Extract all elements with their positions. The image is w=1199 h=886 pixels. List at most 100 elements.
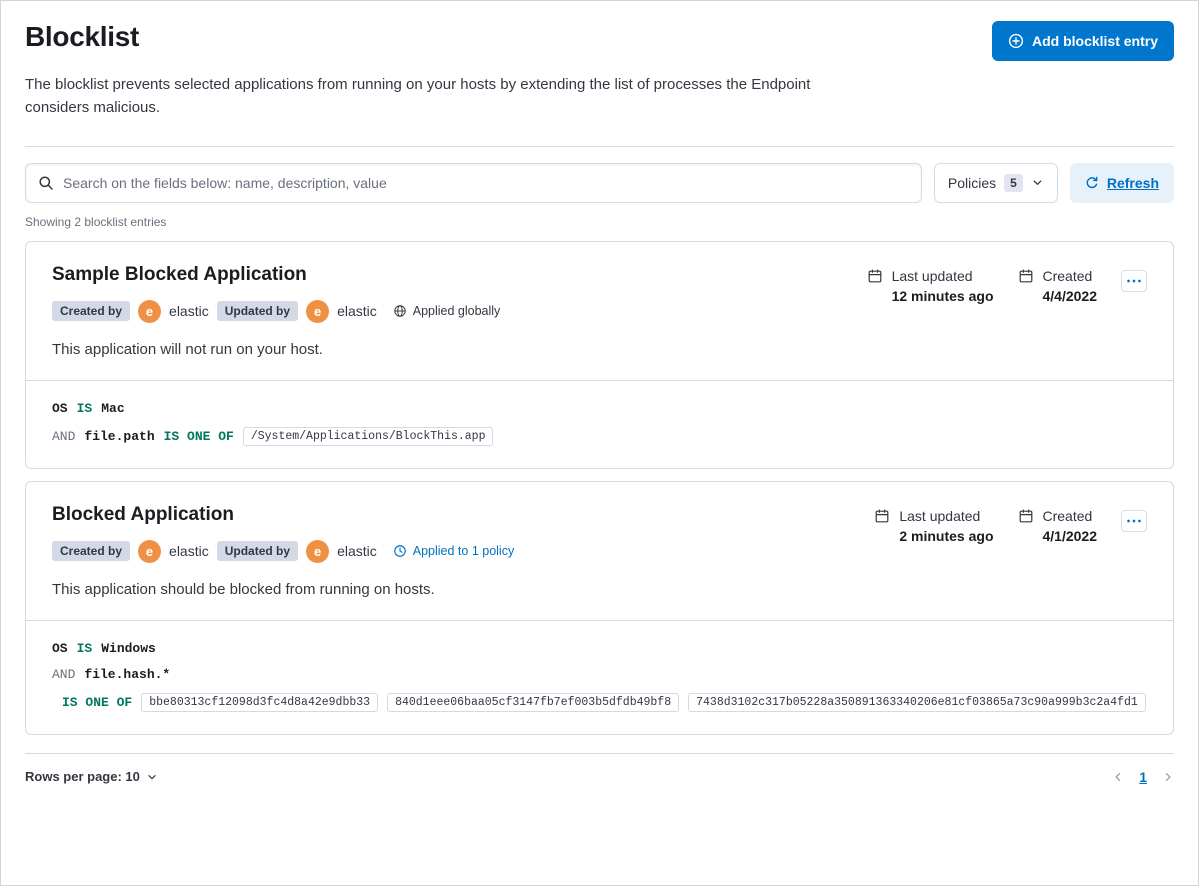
page-title: Blocklist (25, 21, 140, 52)
criteria-conjunction: AND (52, 666, 76, 682)
calendar-icon (875, 509, 889, 522)
criteria-operator: IS ONE OF (62, 694, 133, 710)
criteria-field: file.path (84, 428, 155, 444)
search-box (25, 162, 922, 203)
criteria-os-value: Windows (101, 640, 156, 656)
updated-by-badge: Updated by (216, 541, 299, 561)
created-by-username: elastic (169, 543, 209, 559)
previous-page-button[interactable] (1112, 771, 1124, 783)
updated-by-avatar: e (306, 299, 330, 323)
add-blocklist-entry-button[interactable]: Add blocklist entry (991, 21, 1174, 61)
entry-title: Blocked Application (52, 503, 234, 525)
blocklist-entry-card: Sample Blocked Application Created by e … (25, 240, 1174, 469)
created-by-badge: Created by (52, 301, 131, 321)
criteria-value-chip: /System/Applications/BlockThis.app (242, 426, 494, 446)
toolbar: Policies 5 Refresh (25, 162, 1174, 203)
updated-by-username: elastic (337, 303, 377, 319)
rows-per-page-label: Rows per page: 10 (25, 769, 140, 784)
last-updated-value: 2 minutes ago (899, 527, 994, 544)
refresh-label: Refresh (1106, 174, 1159, 191)
criteria-operator: IS ONE OF (163, 428, 234, 444)
criteria-condition-line: AND file.path IS ONE OF /System/Applicat… (52, 426, 1147, 446)
policies-count-badge: 5 (1004, 173, 1023, 192)
results-count-text: Showing 2 blocklist entries (25, 214, 167, 229)
rows-per-page-select[interactable]: Rows per page: 10 (25, 769, 158, 784)
created-by-avatar: e (138, 299, 162, 323)
globe-icon (394, 305, 406, 317)
search-input[interactable] (63, 174, 909, 191)
last-updated-label: Last updated (891, 267, 973, 284)
entry-header: Blocked Application Created by e elastic… (26, 482, 1173, 563)
calendar-icon (868, 269, 881, 282)
scope-indicator-policy-link[interactable]: Applied to 1 policy (393, 544, 514, 558)
last-updated-label: Last updated (899, 507, 981, 524)
criteria-os-operator: IS (76, 400, 93, 416)
pagination: 1 (1112, 769, 1174, 785)
page-number-button[interactable]: 1 (1139, 769, 1147, 785)
created-by-username: elastic (169, 303, 209, 319)
chevron-down-icon (148, 774, 156, 779)
entry-description: This application should be blocked from … (52, 580, 435, 598)
criteria-value-chip: 840d1eee06baa05cf3147fb7ef003b5dfdb49bf8 (387, 692, 680, 712)
calendar-icon (1019, 509, 1032, 522)
blocklist-page: Blocklist Add blocklist entry The blockl… (1, 1, 1198, 885)
policies-filter-label: Policies (947, 174, 997, 191)
entry-attribution-row: Created by e elastic Updated by e elasti… (52, 299, 501, 323)
calendar-icon (1019, 269, 1032, 282)
criteria-os-field: OS (52, 640, 68, 656)
criteria-os-line: OS IS Windows (52, 641, 1147, 656)
updated-by-avatar: e (306, 539, 330, 563)
page-description: The blocklist prevents selected applicat… (25, 76, 811, 117)
clock-icon (393, 545, 406, 557)
last-updated-meta: Last updated 2 minutes ago (874, 507, 994, 544)
criteria-value-chip: 7438d3102c317b05228a350891363340206e81cf… (688, 692, 1146, 712)
entry-criteria: OS IS Mac AND file.path IS ONE OF /Syste… (26, 379, 1173, 468)
chevron-left-icon (1115, 772, 1121, 781)
criteria-conjunction: AND (52, 428, 76, 444)
last-updated-value: 12 minutes ago (891, 287, 994, 304)
plus-in-circle-icon (1008, 33, 1024, 49)
entry-header: Sample Blocked Application Created by e … (26, 242, 1173, 323)
scope-label: Applied globally (412, 304, 501, 318)
policies-filter-button[interactable]: Policies 5 (933, 162, 1058, 203)
created-label: Created (1042, 267, 1093, 284)
add-blocklist-entry-label: Add blocklist entry (1031, 33, 1158, 49)
criteria-field: file.hash.* (84, 666, 171, 682)
criteria-os-operator: IS (76, 640, 93, 656)
created-meta: Created 4/1/2022 (1018, 507, 1098, 544)
table-footer: Rows per page: 10 1 (25, 752, 1174, 815)
created-label: Created (1042, 507, 1093, 524)
created-value: 4/1/2022 (1042, 527, 1098, 544)
criteria-value-chip: bbe80313cf12098d3fc4d8a42e9dbb33 (141, 692, 379, 712)
search-icon (39, 175, 53, 190)
criteria-values-line: IS ONE OF bbe80313cf12098d3fc4d8a42e9dbb… (62, 692, 1147, 712)
refresh-button[interactable]: Refresh (1069, 162, 1174, 203)
created-by-avatar: e (138, 539, 162, 563)
chevron-down-icon (1033, 180, 1042, 185)
entry-title: Sample Blocked Application (52, 263, 307, 285)
updated-by-username: elastic (337, 543, 377, 559)
entry-description: This application will not run on your ho… (52, 340, 323, 358)
scope-label: Applied to 1 policy (412, 544, 515, 558)
criteria-condition-line: AND file.hash.* (52, 667, 1147, 682)
page-header: Blocklist Add blocklist entry The blockl… (25, 21, 1174, 147)
criteria-os-field: OS (52, 400, 68, 416)
scope-indicator-global: Applied globally (393, 304, 501, 318)
next-page-button[interactable] (1162, 771, 1174, 783)
chevron-right-icon (1165, 772, 1171, 781)
ellipsis-icon (1127, 519, 1141, 522)
criteria-os-value: Mac (101, 400, 125, 416)
last-updated-meta: Last updated 12 minutes ago (867, 268, 994, 304)
ellipsis-icon (1127, 279, 1141, 282)
created-meta: Created 4/4/2022 (1018, 267, 1098, 304)
created-value: 4/4/2022 (1042, 287, 1098, 304)
created-by-badge: Created by (52, 541, 131, 561)
criteria-os-line: OS IS Mac (52, 401, 1147, 416)
entry-actions-button[interactable] (1121, 269, 1147, 292)
updated-by-badge: Updated by (216, 301, 299, 321)
blocklist-entry-card: Blocked Application Created by e elastic… (25, 480, 1174, 735)
entry-actions-button[interactable] (1121, 509, 1147, 532)
refresh-icon (1086, 176, 1098, 188)
entry-criteria: OS IS Windows AND file.hash.* IS ONE OF … (26, 619, 1173, 734)
entry-attribution-row: Created by e elastic Updated by e elasti… (52, 539, 514, 563)
